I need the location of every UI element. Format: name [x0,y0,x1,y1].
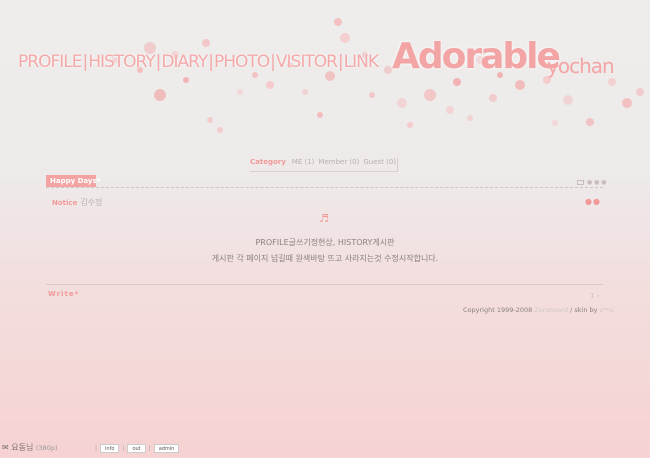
copyright-skin: / skin by [570,306,598,314]
nav-diary[interactable]: DIARY [161,52,208,72]
nav-history[interactable]: HISTORY [88,52,155,72]
bokeh-dot [515,80,525,90]
nav-separator: | [337,52,344,72]
content-divider [46,284,603,285]
page-nav-icon[interactable]: 1 › [590,292,599,300]
copyright-author: z**u [599,306,614,314]
bokeh-dot [563,95,573,105]
category-bar: Category ME (1) Member (0) Guest (0) [250,158,398,172]
message-line-1: PROFILE글쓰기정현상, HISTORY게시판 [255,238,395,247]
nav-profile[interactable]: PROFILE [18,52,82,72]
bokeh-dot [183,77,189,83]
user-points: (380p) [35,444,58,452]
notice-label: Notice [52,199,78,207]
view-controls: ● ● ● [577,179,607,186]
nav-separator: | [270,52,276,72]
copyright-prefix: Copyright 1999-2008 [463,306,533,314]
list-view-icon[interactable] [577,180,584,185]
bokeh-dot [453,78,461,86]
message-line-2: 게시판 각 페이지 넘길때 원색바탕 뜨고 사라지는것 수정시작합니다. [211,254,439,263]
user-footer: ✉ 요동님 (380p) [2,442,58,453]
notice-dots-icon: ●● [585,197,601,206]
bokeh-dot [407,122,413,128]
notice-row[interactable]: Notice 김수정 [52,197,102,208]
notice-author: 김수정 [80,198,103,207]
copyright-brand[interactable]: Zeroboard [534,306,568,314]
bokeh-dot [207,117,213,123]
bokeh-dot [302,89,308,95]
top-navigation: PROFILE|HISTORY|DIARY|PHOTO|VISITOR|LINK [18,52,379,72]
user-name: 요동님 [11,443,34,452]
category-label: Category [250,158,286,166]
board-title: Happy Days* [46,175,100,187]
bokeh-dot [424,89,436,101]
nav-photo[interactable]: PHOTO [214,52,270,72]
bokeh-dot [489,94,497,102]
category-guest[interactable]: Guest (0) [363,158,396,166]
bokeh-dot [552,120,558,126]
bokeh-dot [397,98,407,108]
dots-icon[interactable]: ● ● ● [587,179,607,186]
bokeh-dot [384,66,392,74]
admin-button[interactable]: admin [153,444,180,453]
copyright: Copyright 1999-2008 Zeroboard / skin by … [463,306,614,314]
bokeh-dot [340,33,350,43]
bokeh-dot [202,39,210,47]
music-note-icon: ♬ [319,212,329,225]
envelope-icon[interactable]: ✉ [2,443,9,452]
bokeh-dot [608,78,616,86]
bokeh-dot [252,72,258,78]
bokeh-dot [217,127,223,133]
bokeh-dot [325,71,335,81]
info-button[interactable]: info [100,444,120,453]
bokeh-dot [369,92,375,98]
bokeh-dot [334,18,342,26]
category-me[interactable]: ME (1) [292,158,315,166]
bokeh-dot [636,88,644,96]
nav-separator: | [208,52,214,72]
out-button[interactable]: out [127,444,146,453]
brand-title: Adorable [392,36,561,77]
brand-subtitle: yochan [547,54,615,78]
bokeh-dot [154,89,166,101]
header-divider [46,187,603,188]
bokeh-dot [586,118,594,126]
bokeh-dot [467,115,473,121]
bokeh-dot [237,89,243,95]
bokeh-dot [266,81,274,89]
nav-link[interactable]: LINK [344,52,379,72]
write-button[interactable]: Write* [48,290,79,298]
footer-buttons: | info | out | admin [92,444,180,453]
bokeh-dot [622,98,632,108]
bokeh-dot [317,112,323,118]
nav-visitor[interactable]: VISITOR [276,52,338,72]
category-member[interactable]: Member (0) [318,158,359,166]
bokeh-dot [446,106,454,114]
